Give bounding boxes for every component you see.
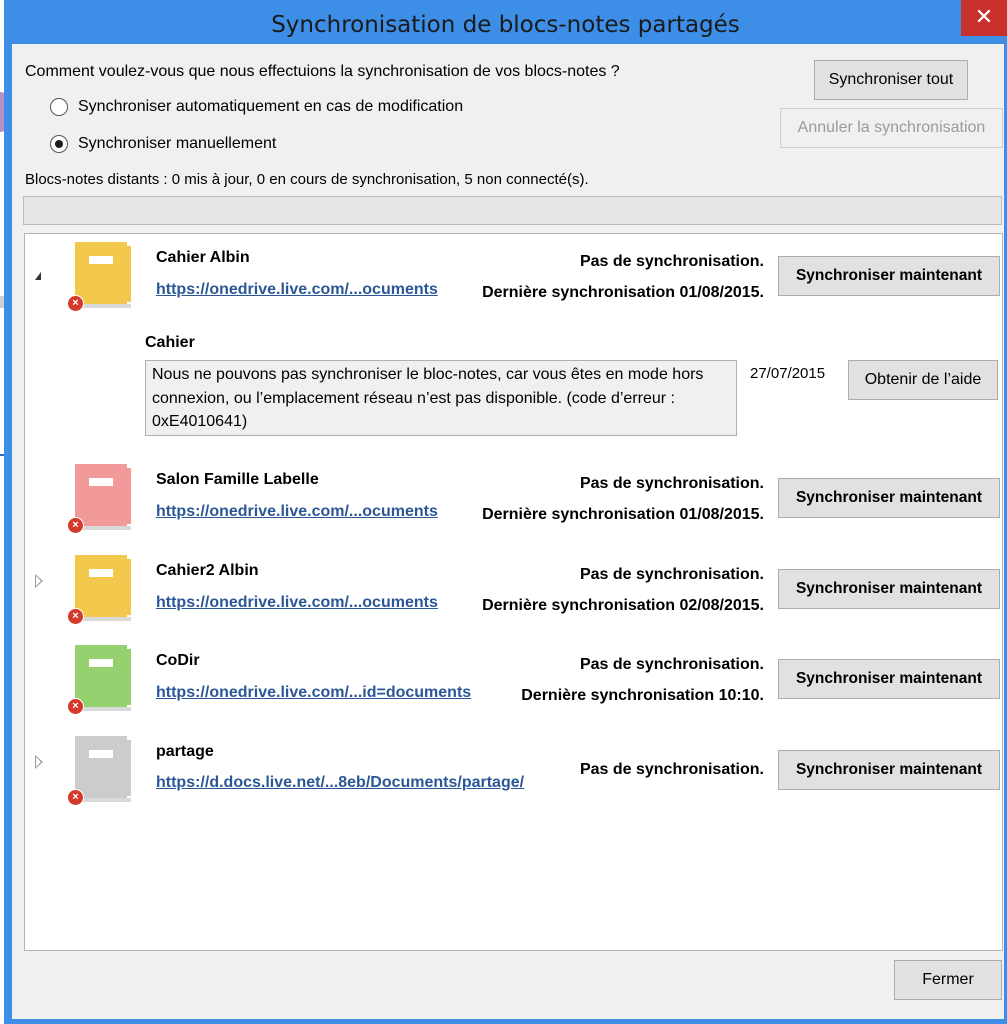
sync-now-button[interactable]: Synchroniser maintenant — [778, 569, 1000, 609]
notebook-icon — [75, 736, 131, 802]
notebook-last-sync: Dernière synchronisation 01/08/2015. — [482, 284, 764, 301]
error-section-name: Cahier — [145, 334, 195, 351]
notebook-url-link[interactable]: https://onedrive.live.com/...id=document… — [156, 684, 471, 702]
notebook-status: Pas de synchronisation. — [579, 656, 764, 673]
title-bar[interactable]: Synchronisation de blocs-notes partagés … — [4, 0, 1007, 44]
error-icon: × — [67, 608, 84, 625]
notebook-icon — [75, 242, 131, 308]
option-manual-sync[interactable]: Synchroniser manuellement — [50, 135, 276, 153]
notebook-last-sync: Dernière synchronisation 01/08/2015. — [482, 506, 764, 523]
sync-now-button[interactable]: Synchroniser maintenant — [778, 659, 1000, 699]
get-help-button[interactable]: Obtenir de l’aide — [848, 360, 998, 400]
error-icon: × — [67, 295, 84, 312]
close-button[interactable]: Fermer — [894, 960, 1002, 1000]
error-icon: × — [67, 517, 84, 534]
notebook-list[interactable]: × Cahier Albin https://onedrive.live.com… — [24, 233, 1003, 951]
notebook-status: Pas de synchronisation. — [579, 253, 764, 270]
notebook-status: Pas de synchronisation. — [579, 475, 764, 492]
sync-all-button[interactable]: Synchroniser tout — [814, 60, 968, 100]
notebook-row: × Cahier Albin https://onedrive.live.com… — [25, 234, 1002, 454]
radio-manual-sync[interactable] — [50, 135, 68, 153]
option-manual-sync-label: Synchroniser manuellement — [78, 135, 277, 152]
option-auto-sync-label: Synchroniser automatiquement en cas de m… — [78, 98, 464, 115]
sync-now-button[interactable]: Synchroniser maintenant — [778, 256, 1000, 296]
error-date: 27/07/2015 — [750, 365, 826, 382]
notebook-row: × partage https://d.docs.live.net/...8eb… — [25, 728, 1002, 808]
sync-progress-bar — [23, 196, 1002, 225]
dialog-title: Synchronisation de blocs-notes partagés — [271, 12, 740, 38]
sync-question: Comment voulez-vous que nous effectuions… — [25, 63, 620, 80]
notebook-icon — [75, 645, 131, 711]
notebook-name: Cahier Albin — [156, 249, 250, 266]
notebook-url-link[interactable]: https://d.docs.live.net/...8eb/Documents… — [156, 774, 524, 792]
sync-now-button[interactable]: Synchroniser maintenant — [778, 478, 1000, 518]
notebook-url-link[interactable]: https://onedrive.live.com/...ocuments — [156, 594, 438, 612]
status-text: Blocs-notes distants : 0 mis à jour, 0 e… — [25, 171, 589, 188]
notebook-row: × Cahier2 Albin https://onedrive.live.co… — [25, 547, 1002, 627]
option-auto-sync[interactable]: Synchroniser automatiquement en cas de m… — [50, 98, 463, 116]
sync-now-button[interactable]: Synchroniser maintenant — [778, 750, 1000, 790]
sync-all-label: Synchroniser tout — [828, 71, 954, 88]
error-message: Nous ne pouvons pas synchroniser le bloc… — [145, 360, 737, 436]
notebook-icon — [75, 464, 131, 530]
notebook-url-link[interactable]: https://onedrive.live.com/...ocuments — [156, 281, 438, 299]
notebook-status: Pas de synchronisation. — [579, 761, 764, 778]
dialog-content: Comment voulez-vous que nous effectuions… — [12, 44, 1004, 1019]
notebook-last-sync: Dernière synchronisation 10:10. — [521, 687, 764, 704]
notebook-row: × CoDir https://onedrive.live.com/...id=… — [25, 637, 1002, 717]
notebook-last-sync: Dernière synchronisation 02/08/2015. — [482, 597, 764, 614]
notebook-name: partage — [156, 743, 214, 760]
notebook-icon — [75, 555, 131, 621]
notebook-name: Cahier2 Albin — [156, 562, 259, 579]
error-icon: × — [67, 789, 84, 806]
radio-auto-sync[interactable] — [50, 98, 68, 116]
notebook-name: CoDir — [156, 652, 200, 669]
close-window-button[interactable]: ✕ — [961, 0, 1007, 36]
error-icon: × — [67, 698, 84, 715]
notebook-url-link[interactable]: https://onedrive.live.com/...ocuments — [156, 503, 438, 521]
notebook-name: Salon Famille Labelle — [156, 471, 319, 488]
notebook-status: Pas de synchronisation. — [579, 566, 764, 583]
notebook-row: × Salon Famille Labelle https://onedrive… — [25, 456, 1002, 536]
sync-dialog: Synchronisation de blocs-notes partagés … — [4, 0, 1007, 1024]
cancel-sync-button[interactable]: Annuler la synchronisation — [780, 108, 1003, 148]
